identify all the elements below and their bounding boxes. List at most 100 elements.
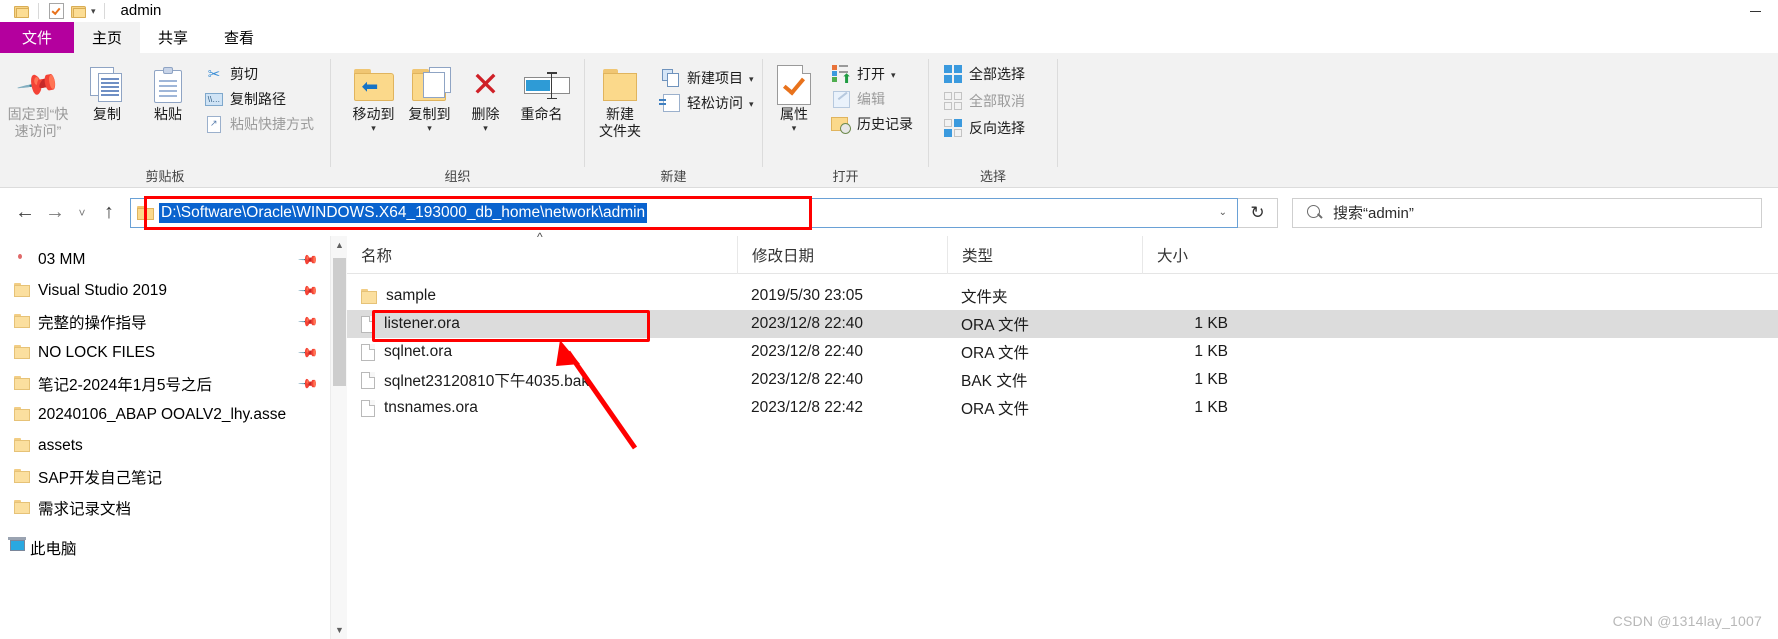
invert-selection-button[interactable]: 反向选择 (937, 117, 1031, 139)
ribbon-group-organize: ⬅ 移动到 ▾ 复制到 ▾ ✕ 删除 ▾ 重命名 组织 (331, 53, 584, 188)
copy-to-button[interactable]: 复制到 ▾ (402, 61, 458, 133)
history-label: 历史记录 (857, 116, 913, 132)
search-box[interactable]: 搜索“admin” (1292, 197, 1762, 228)
folder-icon (14, 437, 32, 454)
file-type: 文件夹 (961, 289, 1008, 306)
file-icon (361, 343, 375, 361)
refresh-button[interactable]: ↻ (1238, 197, 1278, 228)
new-folder-icon[interactable] (67, 0, 89, 22)
pin-icon[interactable]: 📌 (297, 310, 319, 333)
folder-icon (14, 375, 32, 392)
open-label: 打开 (857, 66, 885, 82)
search-icon (1307, 204, 1323, 221)
folder-icon (361, 288, 377, 304)
table-row[interactable]: listener.ora 2023/12/8 22:40 ORA 文件 1 KB (347, 310, 1778, 338)
copy-path-button[interactable]: \\… 复制路径 (198, 88, 320, 110)
folder-icon (14, 344, 32, 361)
up-arrow-icon[interactable]: ↑ (94, 198, 124, 228)
open-button[interactable]: ⬆ 打开 ▾ (825, 63, 919, 85)
sidebar-item-abap-ooalv2[interactable]: 20240106_ABAP OOALV2_lhy.asse (0, 399, 330, 430)
move-to-button[interactable]: ⬅ 移动到 ▾ (346, 61, 402, 133)
paste-icon (154, 64, 182, 106)
recent-locations-caret-icon[interactable]: ˅ (70, 198, 94, 228)
scroll-up-icon[interactable]: ▲ (331, 236, 348, 254)
cut-button[interactable]: ✂ 剪切 (198, 63, 320, 85)
ribbon: 📌 固定到“快 速访问” 复制 粘贴 ✂ 剪切 \\… 复制路径 ↗ 粘贴快捷方… (0, 53, 1778, 188)
chevron-down-icon[interactable]: ⌄ (1219, 207, 1233, 218)
table-row[interactable]: sqlnet23120810下午4035.bak 2023/12/8 22:40… (347, 366, 1778, 394)
pin-icon[interactable]: 📌 (297, 341, 319, 364)
paste-shortcut-button[interactable]: 粘贴快捷方式 (198, 113, 320, 135)
chevron-down-icon[interactable]: ▾ (89, 6, 98, 17)
sidebar-item-visual-studio-2019[interactable]: Visual Studio 2019 📌 (0, 275, 330, 306)
move-to-label: 移动到 (352, 106, 395, 122)
sidebar-item-label: assets (38, 436, 83, 454)
properties-check-icon[interactable] (45, 0, 67, 22)
new-item-button[interactable]: 新建项目 ▾ (655, 67, 760, 89)
properties-label: 属性 (780, 106, 808, 122)
chevron-down-icon: ▾ (371, 123, 376, 133)
copy-button[interactable]: 复制 (76, 61, 138, 123)
new-folder-button[interactable]: 新建 文件夹 (585, 61, 655, 140)
column-header-type[interactable]: 类型 (947, 235, 1142, 274)
tab-share[interactable]: 共享 (140, 22, 207, 53)
sidebar-item-sap-notes[interactable]: SAP开发自己笔记 (0, 461, 330, 492)
navigation-pane-scrollbar[interactable]: ▲ ▼ (330, 236, 347, 639)
file-name: listener.ora (384, 315, 460, 332)
address-bar[interactable]: D:\Software\Oracle\WINDOWS.X64_193000_db… (130, 197, 1238, 228)
scrollbar-thumb[interactable] (333, 258, 346, 386)
rename-button[interactable]: 重命名 (514, 61, 570, 123)
sidebar-item-label: 完整的操作指导 (38, 314, 147, 332)
select-all-button[interactable]: 全部选择 (937, 63, 1031, 85)
sidebar-item-no-lock-files[interactable]: NO LOCK FILES 📌 (0, 337, 330, 368)
column-header-date[interactable]: 修改日期 (737, 235, 947, 274)
scroll-down-icon[interactable]: ▼ (331, 621, 348, 639)
properties-button[interactable]: 属性 ▾ (763, 61, 825, 133)
copy-to-label: 复制到 (408, 106, 451, 122)
pin-icon[interactable]: 📌 (297, 372, 319, 395)
column-header-size[interactable]: 大小 (1142, 235, 1242, 274)
file-rows: sample 2019/5/30 23:05 文件夹 listener.ora … (347, 274, 1778, 422)
sidebar-item-assets[interactable]: assets (0, 430, 330, 461)
paste-button[interactable]: 粘贴 (138, 61, 198, 123)
delete-button[interactable]: ✕ 删除 ▾ (458, 61, 514, 133)
pin-to-quick-access-button[interactable]: 📌 固定到“快 速访问” (0, 61, 76, 140)
file-type: ORA 文件 (961, 401, 1030, 418)
pin-icon[interactable]: 📌 (297, 248, 319, 271)
sidebar-item-this-pc[interactable]: 此电脑 (0, 532, 330, 563)
edit-button[interactable]: 编辑 (825, 88, 919, 110)
sidebar-item-label: SAP开发自己笔记 (38, 469, 163, 487)
forward-arrow-icon[interactable]: → (40, 198, 70, 228)
address-text[interactable]: D:\Software\Oracle\WINDOWS.X64_193000_db… (159, 202, 648, 223)
sidebar-item-requirement-docs[interactable]: 需求记录文档 (0, 492, 330, 523)
sidebar-item-label: 03 MM (38, 250, 86, 268)
sidebar-item-label: 笔记2-2024年1月5号之后 (38, 376, 213, 394)
sidebar-item-notes2[interactable]: 笔记2-2024年1月5号之后 📌 (0, 368, 330, 399)
sidebar-item-operation-guide[interactable]: 完整的操作指导 📌 (0, 306, 330, 337)
tab-home[interactable]: 主页 (74, 22, 141, 53)
file-size: 1 KB (1194, 399, 1228, 416)
sidebar-item-03-mm[interactable]: 03 MM 📌 (0, 244, 330, 275)
history-button[interactable]: 历史记录 (825, 113, 919, 135)
easy-access-button[interactable]: 轻松访问 ▾ (655, 92, 760, 114)
file-icon (361, 371, 375, 389)
divider (103, 3, 105, 19)
minimize-button[interactable] (1732, 0, 1778, 22)
file-name-cell: sqlnet23120810下午4035.bak (347, 369, 737, 391)
table-row[interactable]: sample 2019/5/30 23:05 文件夹 (347, 282, 1778, 310)
select-none-button[interactable]: 全部取消 (937, 90, 1031, 112)
pin-icon[interactable]: 📌 (297, 279, 319, 302)
back-arrow-icon[interactable]: ← (10, 198, 40, 228)
tab-view[interactable]: 查看 (206, 22, 273, 53)
file-date: 2023/12/8 22:42 (751, 399, 864, 416)
table-row[interactable]: tnsnames.ora 2023/12/8 22:42 ORA 文件 1 KB (347, 394, 1778, 422)
tab-file[interactable]: 文件 (0, 22, 74, 53)
chevron-down-icon: ▾ (749, 98, 754, 109)
new-small-commands: 新建项目 ▾ 轻松访问 ▾ (655, 61, 760, 114)
table-row[interactable]: sqlnet.ora 2023/12/8 22:40 ORA 文件 1 KB (347, 338, 1778, 366)
file-type: ORA 文件 (961, 345, 1030, 362)
column-header-name[interactable]: 名称 ^ (347, 230, 737, 274)
chevron-down-icon: ▾ (483, 123, 488, 133)
properties-icon (777, 64, 811, 106)
ribbon-spacer (1058, 53, 1778, 188)
